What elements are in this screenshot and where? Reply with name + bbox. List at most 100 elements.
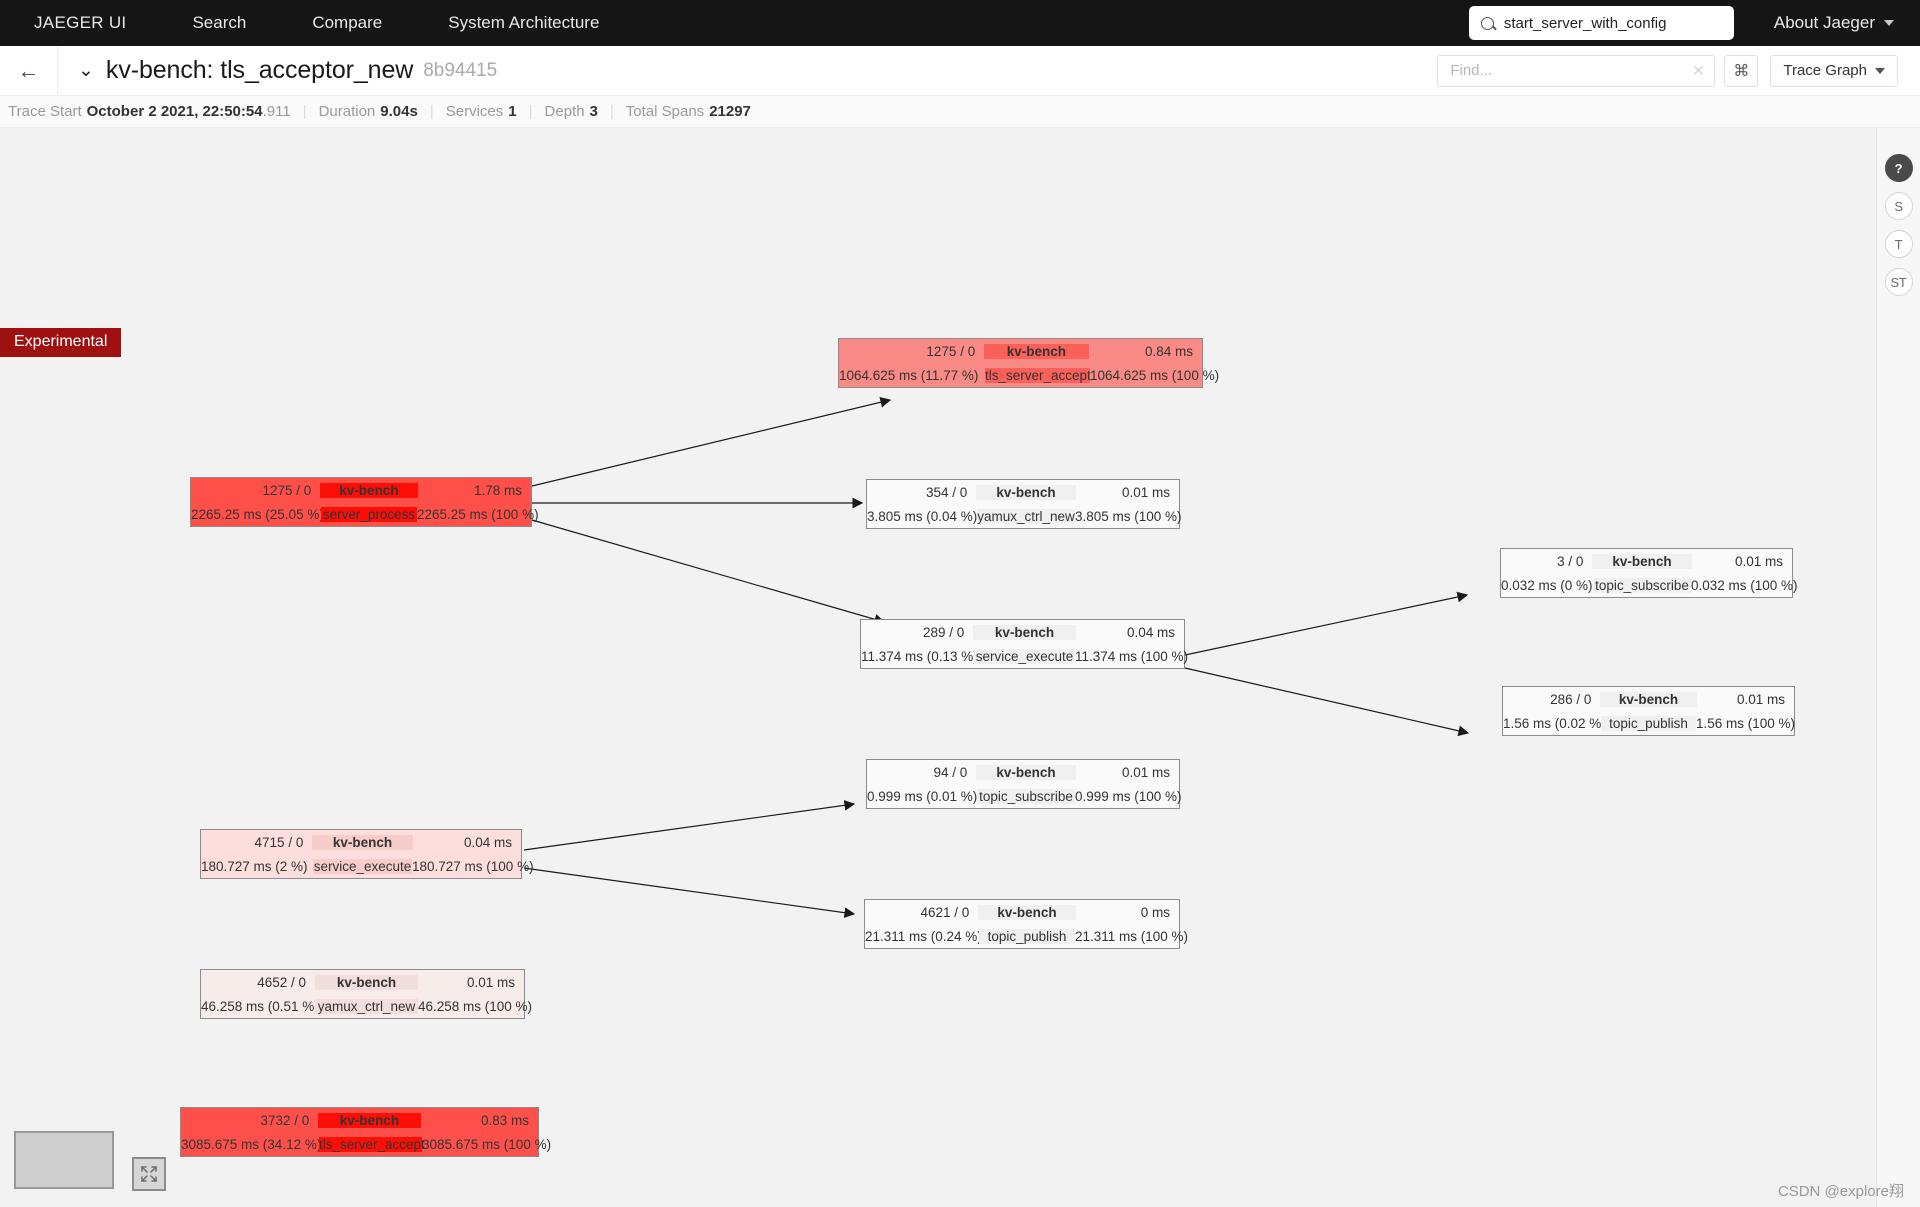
edge-service-execute-to-topic-subscribe: [1185, 595, 1467, 655]
node-total-left: 1.56 ms (0.02 %): [1503, 716, 1601, 731]
node-row-top: 289 / 0 kv-bench 0.04 ms: [861, 620, 1184, 644]
node-operation: topic_publish: [1601, 716, 1696, 731]
node-self-time: 0.04 ms: [413, 835, 521, 850]
node-total-left: 3085.675 ms (34.12 %): [181, 1137, 319, 1152]
edge-server-process-to-tls-server-accept: [532, 400, 890, 486]
keyboard-shortcuts-button[interactable]: ⌘: [1724, 55, 1758, 87]
trace-id: 8b94415: [423, 60, 497, 82]
node-total-left: 21.311 ms (0.24 %): [865, 929, 979, 944]
node-row-bottom: 180.727 ms (2 %) service_execute 180.727…: [201, 854, 521, 878]
node-total-left: 3.805 ms (0.04 %): [867, 509, 977, 524]
view-selector-button[interactable]: Trace Graph: [1770, 55, 1898, 87]
node-total-right: 1.56 ms (100 %): [1696, 716, 1794, 731]
nav-link-system-architecture[interactable]: System Architecture: [438, 13, 609, 33]
graph-node-service-execute-289[interactable]: 289 / 0 kv-bench 0.04 ms 11.374 ms (0.13…: [860, 619, 1185, 669]
node-total-left: 0.032 ms (0 %): [1501, 578, 1593, 593]
graph-node-topic-subscribe-3[interactable]: 3 / 0 kv-bench 0.01 ms 0.032 ms (0 %) to…: [1500, 548, 1793, 598]
close-icon[interactable]: ✕: [1682, 61, 1714, 81]
meta-duration: Duration 9.04s: [319, 103, 418, 120]
help-icon[interactable]: ?: [1885, 154, 1913, 182]
graph-node-tls-server-accept-1275[interactable]: 1275 / 0 kv-bench 0.84 ms 1064.625 ms (1…: [838, 338, 1203, 388]
node-self-time: 0.83 ms: [421, 1113, 538, 1128]
node-service: kv-bench: [973, 625, 1075, 640]
trace-graph-canvas[interactable]: Experimental 1275 / 0 kv-bench 0.84 ms: [0, 128, 1920, 1207]
global-search-input[interactable]: [1502, 14, 1722, 33]
meta-depth: Depth 3: [545, 103, 598, 120]
graph-node-topic-publish-4621[interactable]: 4621 / 0 kv-bench 0 ms 21.311 ms (0.24 %…: [864, 899, 1180, 949]
command-icon: ⌘: [1733, 61, 1749, 81]
graph-node-topic-publish-286[interactable]: 286 / 0 kv-bench 0.01 ms 1.56 ms (0.02 %…: [1502, 686, 1795, 736]
node-operation: topic_subscribe: [1593, 578, 1691, 593]
graph-node-tls-server-accept-3732[interactable]: 3732 / 0 kv-bench 0.83 ms 3085.675 ms (3…: [180, 1107, 539, 1157]
node-self-time: 0.84 ms: [1089, 344, 1202, 359]
about-jaeger-label: About Jaeger: [1774, 13, 1875, 33]
top-navigation-bar: JAEGER UI Search Compare System Architec…: [0, 0, 1920, 46]
trace-meta-bar: Trace Start October 2 2021, 22:50:54.911…: [0, 96, 1920, 128]
graph-node-yamux-ctrl-new-354[interactable]: 354 / 0 kv-bench 0.01 ms 3.805 ms (0.04 …: [866, 479, 1180, 529]
experimental-badge: Experimental: [0, 328, 121, 357]
meta-divider: |: [610, 103, 614, 120]
node-total-right: 3.805 ms (100 %): [1075, 509, 1179, 524]
trace-header-controls: ✕ ⌘ Trace Graph: [1437, 55, 1920, 87]
chevron-down-icon: [1884, 20, 1894, 26]
node-row-top: 3732 / 0 kv-bench 0.83 ms: [181, 1108, 538, 1132]
meta-divider: |: [529, 103, 533, 120]
node-total-right: 180.727 ms (100 %): [412, 859, 521, 874]
jaeger-ui-brand[interactable]: JAEGER UI: [26, 13, 134, 33]
node-service: kv-bench: [976, 485, 1075, 500]
node-operation: tls_server_accept: [319, 1137, 422, 1152]
node-count: 4715 / 0: [201, 835, 312, 850]
node-self-time: 0.01 ms: [1697, 692, 1794, 707]
find-box[interactable]: ✕: [1437, 55, 1715, 87]
node-count: 289 / 0: [861, 625, 973, 640]
minimap[interactable]: [14, 1131, 114, 1189]
toggle-service-button[interactable]: S: [1885, 192, 1913, 220]
node-total-right: 46.258 ms (100 %): [418, 999, 524, 1014]
nav-link-compare[interactable]: Compare: [302, 13, 392, 33]
node-operation: yamux_ctrl_new: [977, 509, 1075, 524]
node-total-right: 0.999 ms (100 %): [1075, 789, 1179, 804]
node-total-right: 11.374 ms (100 %): [1075, 649, 1184, 664]
graph-node-topic-subscribe-94[interactable]: 94 / 0 kv-bench 0.01 ms 0.999 ms (0.01 %…: [866, 759, 1180, 809]
find-input[interactable]: [1438, 62, 1682, 79]
graph-node-server-process[interactable]: 1275 / 0 kv-bench 1.78 ms 2265.25 ms (25…: [190, 477, 532, 527]
fit-to-screen-button[interactable]: [132, 1157, 166, 1191]
graph-node-yamux-ctrl-new-4652[interactable]: 4652 / 0 kv-bench 0.01 ms 46.258 ms (0.5…: [200, 969, 525, 1019]
node-row-top: 94 / 0 kv-bench 0.01 ms: [867, 760, 1179, 784]
arrow-left-icon: ←: [18, 60, 40, 82]
node-total-left: 2265.25 ms (25.05 %): [191, 507, 321, 522]
node-self-time: 0.04 ms: [1076, 625, 1184, 640]
graph-node-service-execute-4715[interactable]: 4715 / 0 kv-bench 0.04 ms 180.727 ms (2 …: [200, 829, 522, 879]
node-row-top: 4715 / 0 kv-bench 0.04 ms: [201, 830, 521, 854]
node-service: kv-bench: [984, 344, 1088, 359]
about-jaeger-menu[interactable]: About Jaeger: [1774, 13, 1894, 33]
meta-duration-label: Duration: [319, 103, 376, 120]
node-count: 3 / 0: [1501, 554, 1592, 569]
node-operation: server_process: [321, 507, 417, 522]
node-count: 3732 / 0: [181, 1113, 318, 1128]
back-button[interactable]: ←: [0, 46, 58, 96]
node-self-time: 1.78 ms: [418, 483, 531, 498]
edge-service-execute-4715-to-topic-publish: [524, 868, 854, 914]
toggle-time-button[interactable]: T: [1885, 230, 1913, 258]
node-count: 4652 / 0: [201, 975, 315, 990]
node-row-bottom: 11.374 ms (0.13 %) service_execute 11.37…: [861, 644, 1184, 668]
global-search-box[interactable]: [1469, 6, 1734, 40]
node-self-time: 0.01 ms: [1692, 554, 1792, 569]
toggle-service-time-button[interactable]: ST: [1885, 268, 1913, 296]
node-count: 286 / 0: [1503, 692, 1600, 707]
node-self-time: 0.01 ms: [1076, 765, 1179, 780]
node-row-bottom: 3085.675 ms (34.12 %) tls_server_accept …: [181, 1132, 538, 1156]
node-operation: topic_subscribe: [977, 789, 1075, 804]
node-total-right: 0.032 ms (100 %): [1691, 578, 1792, 593]
node-row-top: 286 / 0 kv-bench 0.01 ms: [1503, 687, 1794, 711]
top-nav-right: About Jaeger: [1469, 6, 1894, 40]
graph-side-toolbar: ? S T ST: [1876, 128, 1920, 1207]
node-service: kv-bench: [318, 1113, 420, 1128]
nav-link-search[interactable]: Search: [182, 13, 256, 33]
trace-header-bar: ← ⌄ kv-bench: tls_acceptor_new 8b94415 ✕…: [0, 46, 1920, 96]
node-count: 4621 / 0: [865, 905, 978, 920]
node-row-top: 354 / 0 kv-bench 0.01 ms: [867, 480, 1179, 504]
node-count: 354 / 0: [867, 485, 976, 500]
chevron-down-icon[interactable]: ⌄: [78, 61, 94, 80]
